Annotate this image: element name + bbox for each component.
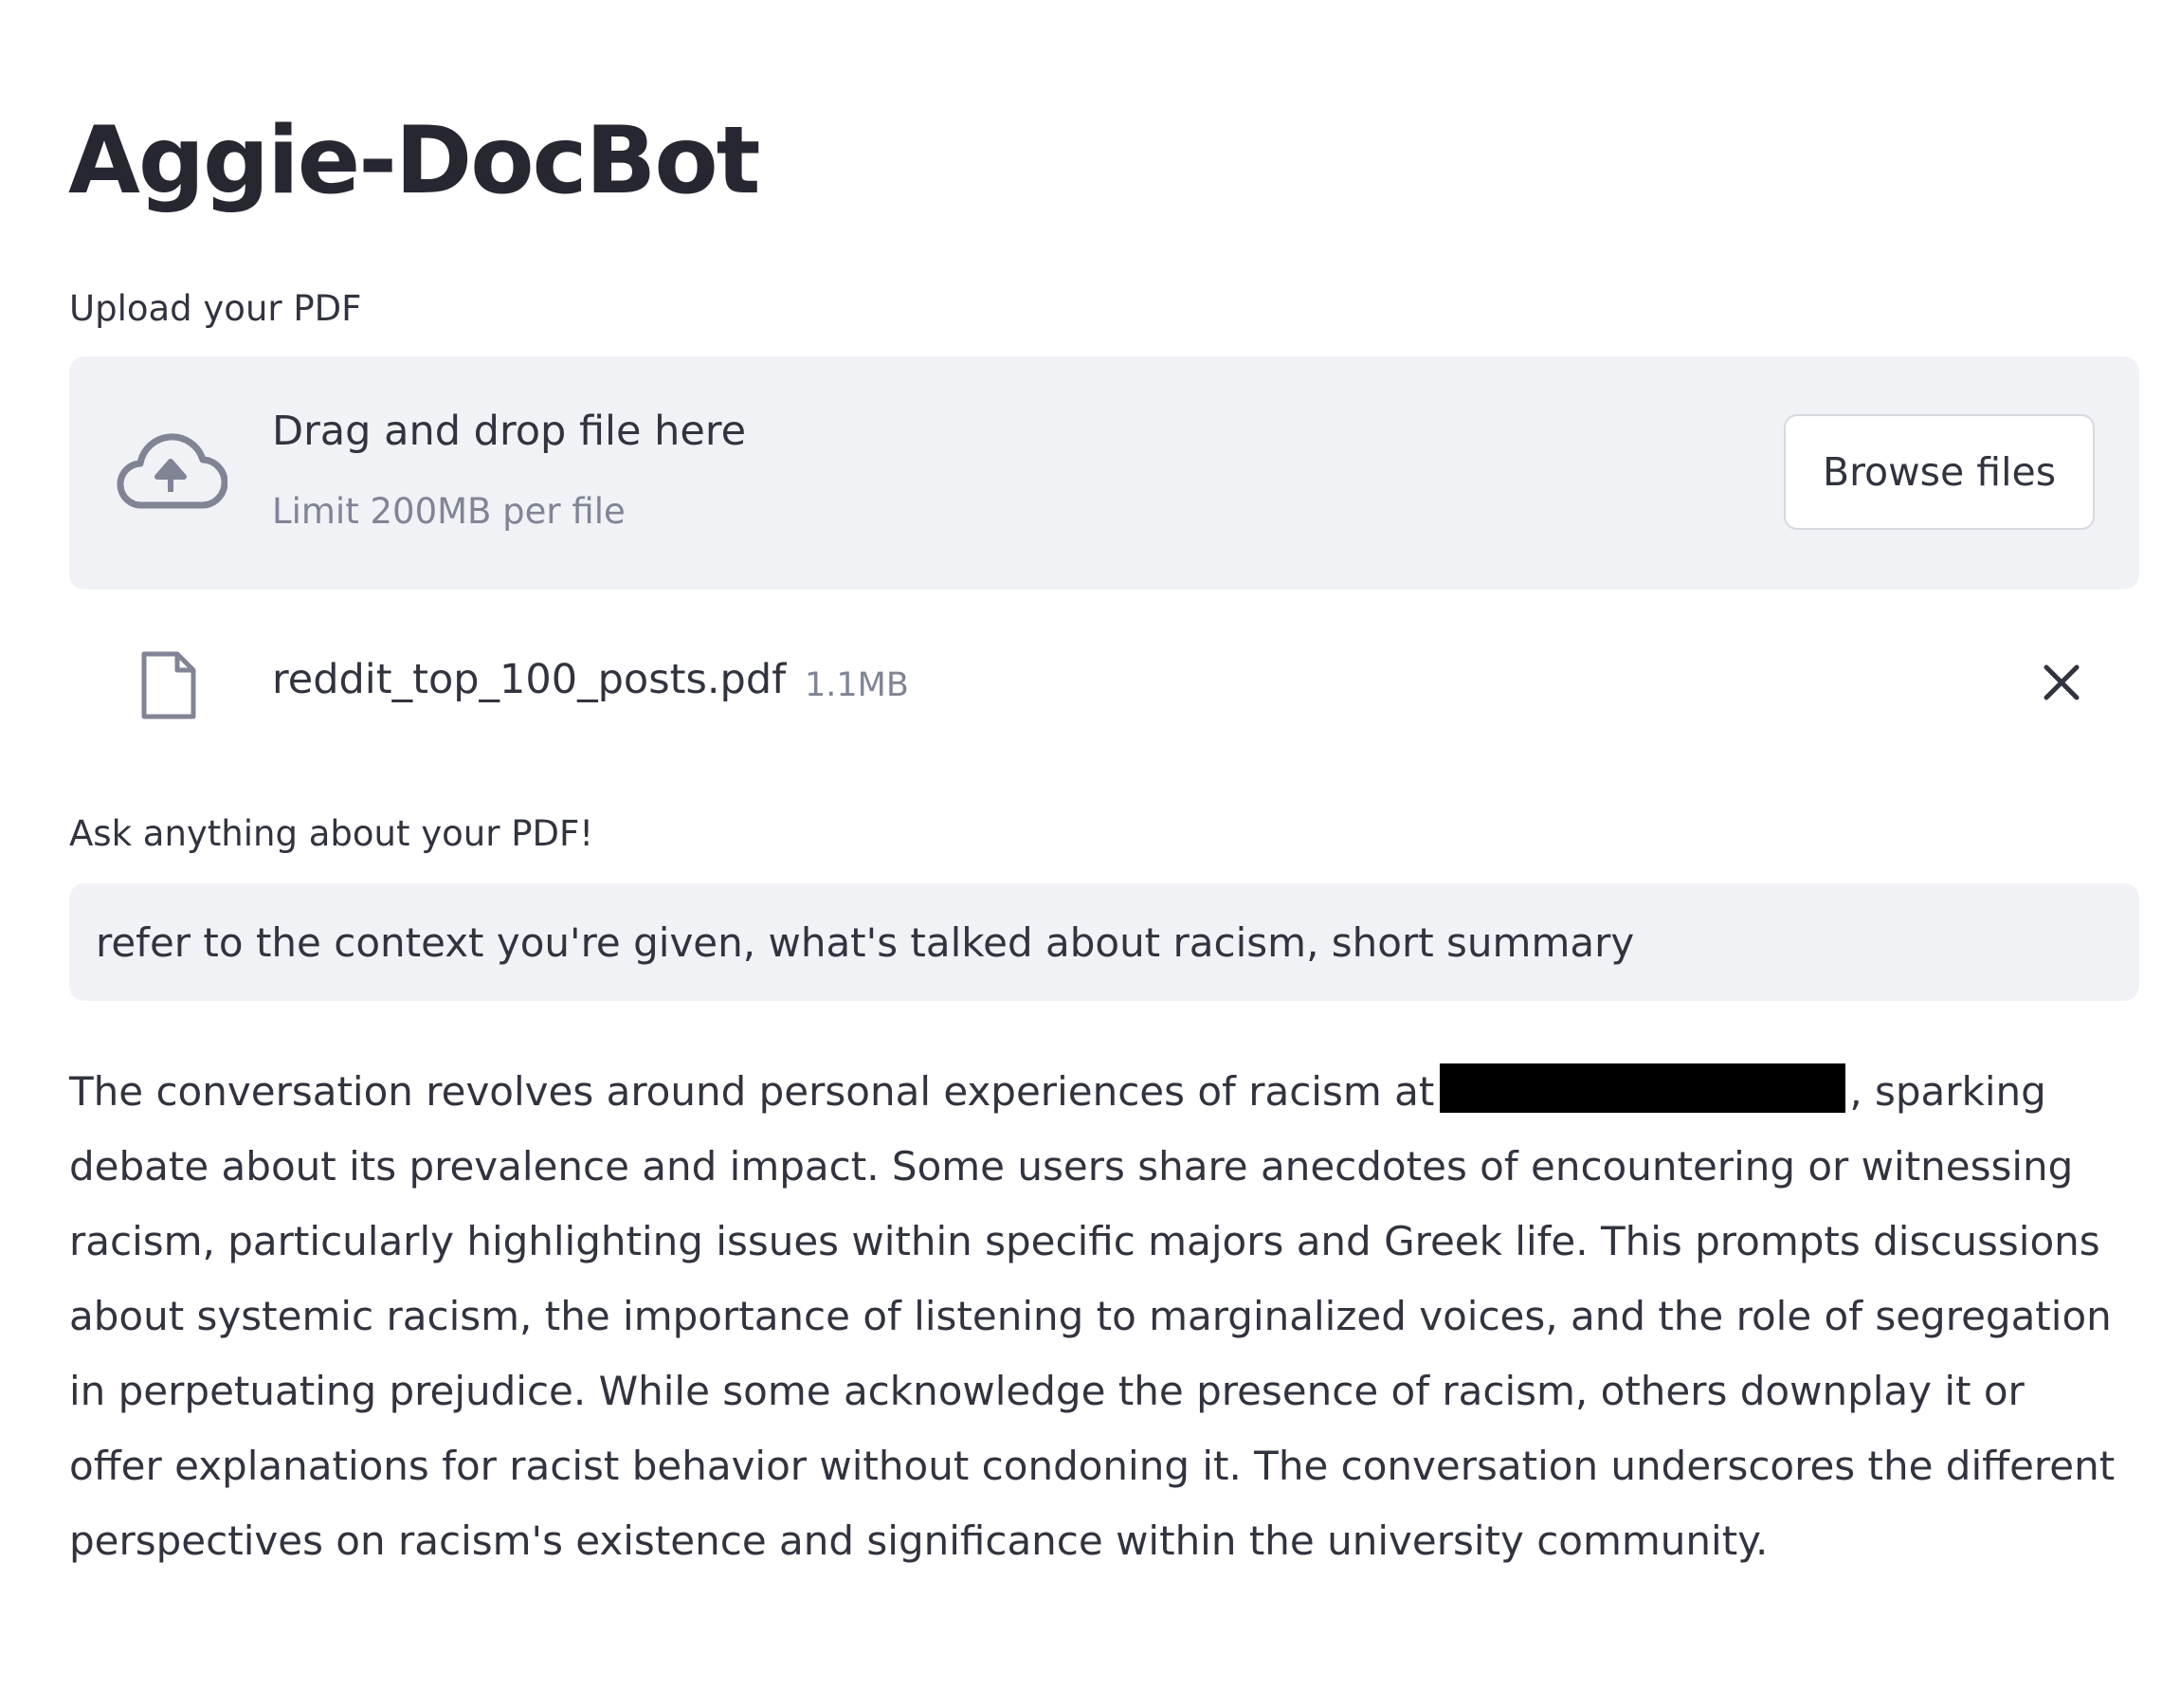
uploaded-file-name: reddit_top_100_posts.pdf [272, 656, 787, 703]
dropzone-limit: Limit 200MB per file [272, 491, 626, 532]
file-dropzone[interactable]: Drag and drop file here Limit 200MB per … [69, 356, 2139, 590]
uploaded-file-size: 1.1MB [805, 666, 909, 704]
question-label: Ask anything about your PDF! [69, 813, 594, 854]
answer-text-before: The conversation revolves around persona… [69, 1068, 1435, 1115]
app-page: Aggie-DocBot Upload your PDF Drag and dr… [0, 0, 2180, 1708]
dropzone-instructions: Drag and drop file here [272, 408, 747, 455]
upload-label: Upload your PDF [69, 288, 362, 329]
uploaded-file-row: reddit_top_100_posts.pdf 1.1MB [69, 645, 2139, 730]
file-icon [141, 651, 196, 719]
redaction-bar [1440, 1063, 1846, 1113]
answer-text-after: , sparking debate about its prevalence a… [69, 1068, 2116, 1564]
close-icon[interactable] [2041, 662, 2082, 703]
answer-text: The conversation revolves around persona… [69, 1054, 2126, 1578]
question-input[interactable] [69, 883, 2139, 1001]
cloud-upload-icon [117, 433, 227, 509]
browse-files-button[interactable]: Browse files [1784, 414, 2095, 530]
page-title: Aggie-DocBot [68, 107, 761, 215]
